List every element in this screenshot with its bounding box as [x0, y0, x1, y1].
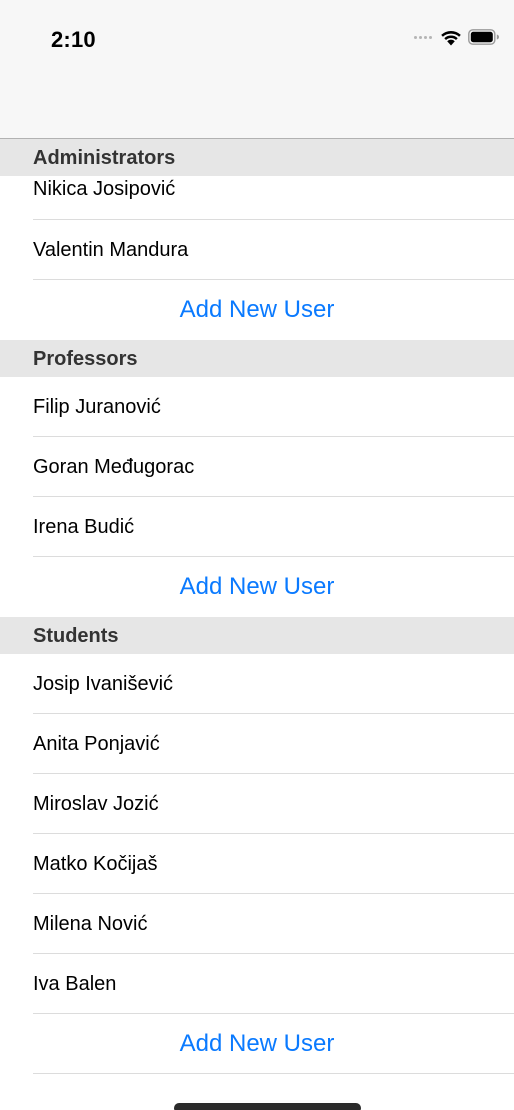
- user-list[interactable]: Administrators Nikica Josipović Valentin…: [0, 139, 514, 1074]
- status-icons: [414, 27, 500, 47]
- status-time: 2:10: [51, 27, 96, 52]
- list-item[interactable]: Filip Juranović: [0, 377, 514, 437]
- list-item[interactable]: Matko Kočijaš: [0, 834, 514, 894]
- navigation-bar: [0, 64, 514, 139]
- add-new-user-button-students[interactable]: Add New User: [0, 1014, 514, 1074]
- add-new-user-button-administrators[interactable]: Add New User: [0, 280, 514, 340]
- section-header-administrators: Administrators: [0, 139, 514, 176]
- list-item[interactable]: Miroslav Jozić: [0, 774, 514, 834]
- list-item[interactable]: Valentin Mandura: [0, 220, 514, 280]
- add-new-user-button-professors[interactable]: Add New User: [0, 557, 514, 617]
- list-item[interactable]: Nikica Josipović: [0, 176, 514, 220]
- status-bar: 2:10: [0, 0, 514, 64]
- list-item[interactable]: Iva Balen: [0, 954, 514, 1014]
- list-item[interactable]: Anita Ponjavić: [0, 714, 514, 774]
- list-item[interactable]: Irena Budić: [0, 497, 514, 557]
- list-item[interactable]: Goran Međugorac: [0, 437, 514, 497]
- list-item[interactable]: Josip Ivanišević: [0, 654, 514, 714]
- home-indicator[interactable]: [174, 1103, 361, 1110]
- section-header-students: Students: [0, 617, 514, 654]
- battery-icon: [468, 29, 499, 45]
- wifi-icon: [441, 30, 461, 45]
- list-item[interactable]: Milena Nović: [0, 894, 514, 954]
- section-header-professors: Professors: [0, 340, 514, 377]
- screen: 2:10 Administrators Nikica Josipović Val…: [0, 0, 514, 1110]
- cellular-signal-icon: [414, 35, 432, 39]
